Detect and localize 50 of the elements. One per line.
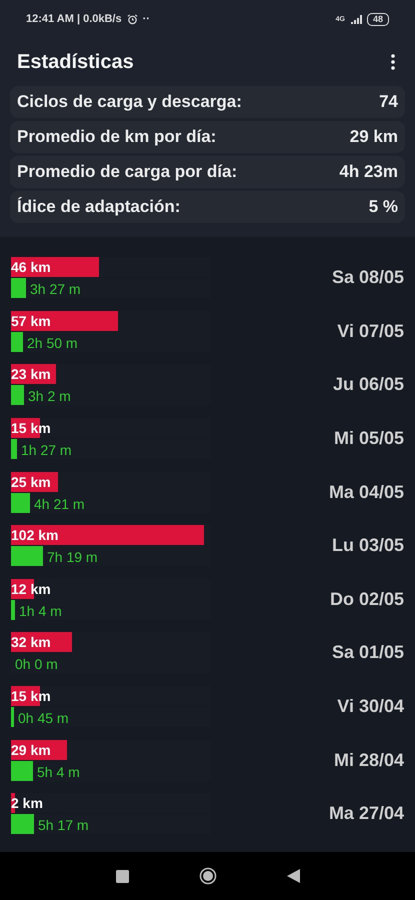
back-triangle-icon [286, 869, 300, 883]
charge-time-text: 5h 4 m [37, 764, 80, 780]
charge-time-text: 2h 50 m [27, 334, 78, 351]
charge-time-text: 0h 0 m [15, 656, 58, 672]
recents-button[interactable] [114, 868, 130, 884]
distance-text: 25 km [11, 474, 51, 490]
distance-text: 46 km [11, 259, 51, 276]
stat-label: Promedio de carga por día: [17, 162, 238, 182]
date-label: Mi 28/04 [334, 750, 404, 771]
battery-indicator: 48 [366, 12, 389, 26]
back-button[interactable] [284, 867, 302, 885]
square-icon [116, 870, 128, 882]
alarm-clock-icon [126, 14, 138, 24]
signal-icon [350, 14, 362, 24]
date-label: Sa 08/05 [332, 267, 404, 288]
date-label: Mi 05/05 [334, 428, 404, 450]
charge-time-text: 3h 27 m [30, 281, 81, 298]
stat-value: 4h 23m [339, 162, 398, 182]
stat-value: 29 km [350, 127, 398, 147]
date-label: Ma 27/04 [328, 803, 404, 824]
charge-time-text: 0h 45 m [18, 710, 69, 726]
date-label: Ju 06/05 [332, 374, 404, 396]
date-label: Do 02/05 [330, 588, 404, 610]
more-options-icon [391, 54, 395, 70]
charge-time-text: 1h 4 m [19, 602, 62, 619]
date-label: Lu 03/05 [332, 535, 404, 556]
status-text: 12:41 AM | 0.0kB/s [26, 13, 122, 25]
stat-label: Promedio de km por día: [17, 127, 216, 147]
distance-text: 2 km [11, 795, 43, 812]
distance-text: 23 km [11, 366, 51, 382]
date-label: Vi 30/04 [337, 696, 404, 718]
notification-dots: ·· [142, 13, 150, 25]
distance-text: 57 km [11, 312, 51, 329]
distance-text: 102 km [11, 527, 58, 544]
date-label: Vi 07/05 [337, 320, 404, 342]
stat-label: Ciclos de carga y descarga: [17, 92, 242, 112]
circle-icon [198, 867, 216, 885]
charge-time-text: 1h 27 m [21, 442, 72, 458]
date-label: Ma 04/05 [328, 482, 404, 503]
charge-time-text: 7h 19 m [47, 549, 98, 566]
distance-text: 29 km [11, 742, 51, 758]
screen-title: Estadísticas [17, 50, 134, 74]
date-label: Sa 01/05 [332, 642, 404, 664]
stat-value: 74 [379, 92, 398, 112]
stat-label: Ídice de adaptación: [17, 197, 180, 217]
stat-value: 5 % [368, 197, 398, 217]
charge-time-text: 4h 21 m [34, 496, 85, 512]
charge-time-text: 5h 17 m [38, 817, 89, 834]
charge-time-text: 3h 2 m [28, 388, 71, 404]
distance-text: 32 km [11, 634, 51, 650]
